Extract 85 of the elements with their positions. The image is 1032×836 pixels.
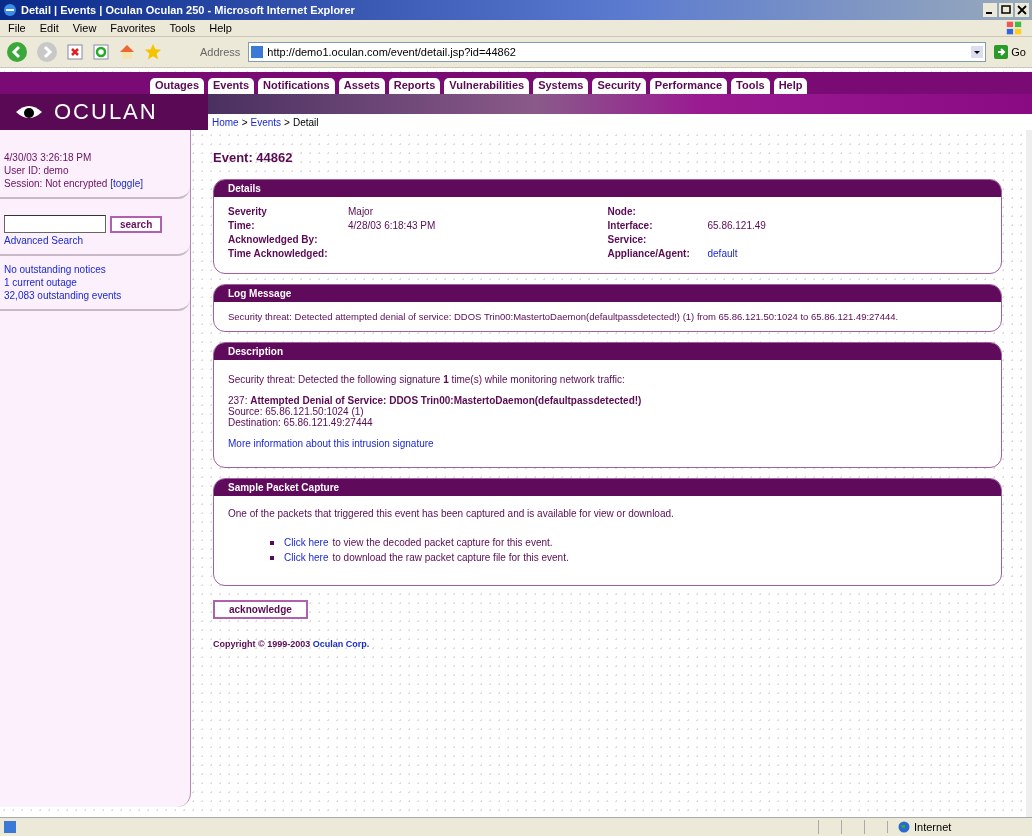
capture-text: One of the packets that triggered this event has been captured and is available for view or download.: [228, 508, 675, 519]
breadcrumb-separator: >: [241, 116, 248, 128]
nav-tab[interactable]: Tools: [731, 78, 770, 94]
panel-header: Details: [214, 180, 1001, 197]
click-here-link[interactable]: Click here: [284, 552, 329, 563]
panel-header: Log Message: [214, 285, 1001, 302]
refresh-icon[interactable]: [92, 43, 110, 61]
field-link[interactable]: default: [707, 248, 738, 259]
address-field[interactable]: http://demo1.oculan.com/event/detail.jsp?id=44862: [248, 42, 987, 62]
field-label: Service:: [607, 234, 648, 245]
field-label: Interface:: [607, 220, 654, 231]
timestamp: 4/30/03 3:26:18 PM: [4, 152, 93, 163]
signature-info-link[interactable]: More information about this intrusion signature: [228, 438, 434, 449]
session-status: Session: Not encrypted: [4, 178, 108, 189]
nav-tab[interactable]: Outages: [150, 78, 204, 94]
signature-name: 237: Attempted Denial of Service: DDOS Trin00:MastertoDaemon(defaultpassdetected!): [228, 395, 642, 406]
field-value: Major: [348, 206, 373, 217]
user-id: User ID: demo: [4, 165, 70, 176]
click-here-link[interactable]: Click here: [284, 537, 329, 548]
panel-header: Description: [214, 343, 1001, 360]
event-title: Event: 44862: [213, 150, 294, 165]
log-message: Security threat: Detected attempted denial of service: DDOS Trin00:MastertoDaemon(defaultpassdetected!) (1) from 65.86.121.50:1024 to 65.86.121.49:27444.: [228, 311, 900, 322]
capture-option-text: to view the decoded packet capture for this event.: [332, 537, 553, 548]
field-value: 65.86.121.49: [707, 220, 766, 231]
toggle-link[interactable]: [toggle]: [110, 178, 143, 189]
field-label: Time:: [228, 220, 256, 231]
nav-tab[interactable]: Reports: [388, 78, 441, 94]
bullet-icon: [270, 555, 274, 560]
bullet-icon: [270, 540, 274, 545]
menu-item[interactable]: Help: [209, 22, 232, 34]
home-icon[interactable]: [118, 43, 136, 61]
breadcrumb-link[interactable]: Home: [212, 116, 239, 128]
nav-tab[interactable]: Assets: [338, 78, 385, 94]
zone-label: Internet: [914, 821, 952, 833]
back-icon[interactable]: [6, 41, 28, 63]
globe-icon: [898, 821, 910, 833]
star-icon[interactable]: [144, 43, 162, 61]
field-label: Node:: [607, 206, 637, 217]
acknowledge-button[interactable]: acknowledge: [213, 600, 308, 619]
nav-tab[interactable]: Notifications: [258, 78, 335, 94]
breadcrumb-link[interactable]: Events: [250, 116, 282, 128]
window-title: Detail | Events | Oculan Oculan 250 - Microsoft Internet Explorer: [21, 4, 356, 16]
field-label: Severity: [228, 206, 268, 217]
logo-text: OCULAN: [54, 99, 158, 125]
copyright-text: Copyright © 1999-2003: [213, 639, 311, 649]
notice-link[interactable]: No outstanding notices: [4, 264, 186, 275]
go-button[interactable]: Go: [994, 45, 1026, 59]
breadcrumb-separator: >: [284, 116, 290, 128]
notice-link[interactable]: 1 current outage: [4, 277, 186, 288]
company-link[interactable]: Oculan Corp.: [312, 639, 370, 649]
field-value: 4/28/03 6:18:43 PM: [348, 220, 436, 231]
nav-tab[interactable]: Events: [208, 78, 255, 94]
menu-item[interactable]: Edit: [39, 22, 59, 34]
capture-option-text: to download the raw packet capture file for this event.: [332, 552, 569, 563]
page-icon: [251, 46, 264, 58]
panel-header: Sample Packet Capture: [214, 479, 1001, 496]
nav-tab[interactable]: Performance: [649, 78, 728, 94]
stop-icon[interactable]: [66, 43, 84, 61]
destination-address: Destination: 65.86.121.49:27444: [228, 417, 373, 428]
menu-item[interactable]: Favorites: [110, 22, 156, 34]
browser-icon: [3, 3, 17, 17]
dropdown-icon[interactable]: [971, 46, 984, 58]
notice-link[interactable]: 32,083 outstanding events: [4, 290, 186, 301]
nav-tab[interactable]: Help: [773, 78, 808, 94]
search-field[interactable]: [4, 215, 106, 233]
address-label: Address: [200, 46, 241, 58]
nav-tab[interactable]: Vulnerabilities: [444, 78, 530, 94]
menu-item[interactable]: File: [8, 22, 26, 34]
close-icon[interactable]: [1015, 3, 1029, 17]
source-address: Source: 65.86.121.50:1024 (1): [228, 406, 364, 417]
minimize-icon[interactable]: [983, 3, 997, 17]
nav-tab[interactable]: Security: [592, 78, 646, 94]
description-text: Security threat: Detected the following signature 1 time(s) while monitoring network traffic:: [228, 374, 625, 385]
field-label: Time Acknowledged:: [228, 248, 329, 259]
windows-logo-icon: [1004, 19, 1024, 37]
field-label: Acknowledged By:: [228, 234, 319, 245]
breadcrumb-current: Detail: [292, 116, 319, 128]
maximize-icon[interactable]: [999, 3, 1013, 17]
advanced-search-link[interactable]: Advanced Search: [4, 235, 186, 246]
nav-tab[interactable]: Systems: [533, 78, 589, 94]
page-icon: [4, 821, 16, 833]
menu-item[interactable]: View: [72, 22, 97, 34]
field-label: Appliance/Agent:: [607, 248, 691, 259]
menu-item[interactable]: Tools: [169, 22, 196, 34]
search-button[interactable]: search: [110, 215, 163, 233]
